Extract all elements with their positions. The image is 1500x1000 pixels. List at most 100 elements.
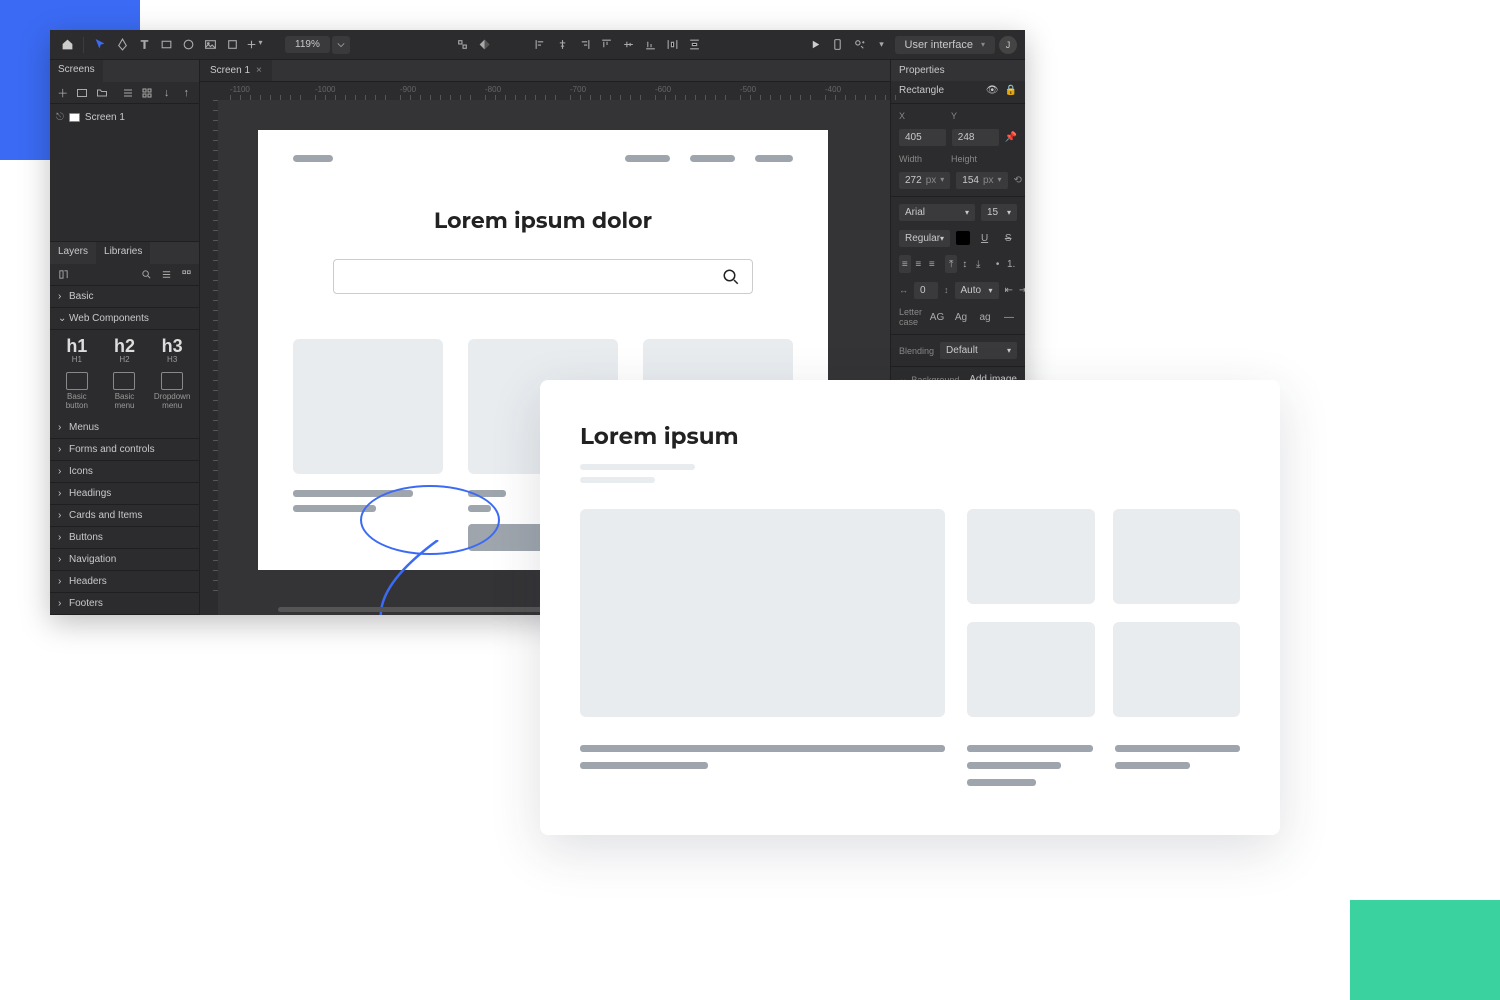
settings-dropdown-icon[interactable]: ▾ <box>873 39 891 50</box>
close-tab-icon[interactable]: × <box>256 65 262 76</box>
tool-mask-icon[interactable] <box>475 38 493 51</box>
section-cards[interactable]: ›Cards and Items <box>50 505 199 527</box>
line-height-dropdown[interactable]: Auto▾ <box>955 282 999 299</box>
add-image-icon[interactable] <box>76 86 90 100</box>
section-basic[interactable]: ›Basic <box>50 286 199 308</box>
list-bullet-icon[interactable]: • <box>992 255 1004 273</box>
lib-item-basic-menu[interactable]: Basic menu <box>102 369 148 413</box>
lib-item-h3[interactable]: h3H3 <box>149 334 195 367</box>
case-none-icon[interactable]: — <box>1000 308 1018 326</box>
align-bottom-icon[interactable] <box>641 38 659 51</box>
distribute-h-icon[interactable] <box>663 38 681 51</box>
visibility-toggle-icon[interactable]: 👁 <box>986 85 999 96</box>
indent-increase-icon[interactable]: ⇥ <box>1019 281 1025 299</box>
lib-item-h2[interactable]: h2H2 <box>102 334 148 367</box>
case-title-icon[interactable]: Ag <box>952 308 970 326</box>
add-tool-icon[interactable]: ▾ <box>245 38 263 51</box>
text-color-swatch[interactable] <box>956 231 970 245</box>
home-icon[interactable] <box>58 38 76 51</box>
sort-icon[interactable]: ↓ <box>160 86 174 100</box>
tab-screens[interactable]: Screens <box>50 60 103 82</box>
letter-spacing-input[interactable]: 0 <box>914 282 938 299</box>
pen-tool-icon[interactable] <box>113 38 131 51</box>
align-center-h-icon[interactable] <box>553 38 571 51</box>
section-web-components[interactable]: ⌄Web Components <box>50 308 199 330</box>
screen-name: Screen 1 <box>85 112 125 123</box>
preview-thumb <box>1113 509 1241 604</box>
section-headers[interactable]: ›Headers <box>50 571 199 593</box>
zoom-dropdown[interactable] <box>332 36 350 54</box>
library-back-icon[interactable] <box>56 268 70 282</box>
share-icon[interactable] <box>851 38 869 51</box>
indent-decrease-icon[interactable]: ⇤ <box>1005 281 1013 299</box>
add-folder-icon[interactable] <box>95 86 109 100</box>
link-dimensions-icon[interactable]: ⟲ <box>1014 175 1022 186</box>
align-middle-icon[interactable] <box>619 38 637 51</box>
link-icon: ⎋ <box>56 112 64 123</box>
valign-bottom-icon[interactable]: ⤓ <box>973 255 985 273</box>
tool-align-icon[interactable] <box>453 38 471 51</box>
decor-teal <box>1350 900 1500 1000</box>
input-width[interactable]: 272px▾ <box>899 172 950 189</box>
tab-libraries[interactable]: Libraries <box>96 242 150 264</box>
valign-top-icon[interactable]: ⤒ <box>945 255 957 273</box>
device-preview-icon[interactable] <box>829 38 847 51</box>
section-footers[interactable]: ›Footers <box>50 593 199 615</box>
wireframe-search <box>333 259 753 294</box>
grid-view-icon[interactable] <box>140 86 154 100</box>
section-navigation[interactable]: ›Navigation <box>50 549 199 571</box>
section-forms[interactable]: ›Forms and controls <box>50 439 199 461</box>
align-top-icon[interactable] <box>597 38 615 51</box>
lock-toggle-icon[interactable]: 🔒 <box>1005 85 1017 96</box>
pin-position-icon[interactable]: 📌 <box>1005 132 1017 143</box>
lib-item-dropdown-menu[interactable]: Dropdown menu <box>149 369 195 413</box>
align-right-icon[interactable] <box>575 38 593 51</box>
text-align-center-icon[interactable]: ≡ <box>913 255 925 273</box>
text-align-right-icon[interactable]: ≡ <box>926 255 938 273</box>
case-lower-icon[interactable]: ag <box>976 308 994 326</box>
lib-item-basic-button[interactable]: Basic button <box>54 369 100 413</box>
zoom-value[interactable]: 119% <box>285 36 330 53</box>
tab-layers[interactable]: Layers <box>50 242 96 264</box>
collapse-icon[interactable]: ↑ <box>179 86 193 100</box>
case-upper-icon[interactable]: AG <box>928 308 946 326</box>
add-screen-icon[interactable]: ＋ <box>56 86 70 100</box>
blending-dropdown[interactable]: Default▾ <box>940 342 1017 359</box>
strikethrough-icon[interactable]: S <box>999 229 1017 247</box>
font-family-dropdown[interactable]: Arial▾ <box>899 204 975 221</box>
play-icon[interactable] <box>807 38 825 51</box>
list-view-icon[interactable] <box>121 86 135 100</box>
screens-tools: ＋ ↓ ↑ <box>50 82 199 104</box>
list-number-icon[interactable]: 1. <box>1005 255 1017 273</box>
input-x[interactable]: 405 <box>899 129 946 146</box>
rectangle-tool-icon[interactable] <box>157 38 175 51</box>
canvas-tab[interactable]: Screen 1 × <box>200 60 272 81</box>
distribute-v-icon[interactable] <box>685 38 703 51</box>
shape-type: Rectangle <box>899 85 944 96</box>
section-menus[interactable]: ›Menus <box>50 417 199 439</box>
library-search-icon[interactable] <box>139 268 153 282</box>
screen-item[interactable]: ⎋ Screen 1 <box>56 110 193 125</box>
valign-middle-icon[interactable]: ↕ <box>959 255 971 273</box>
align-left-icon[interactable] <box>531 38 549 51</box>
component-tool-icon[interactable] <box>223 38 241 51</box>
underline-icon[interactable]: U <box>976 229 994 247</box>
library-grid-icon[interactable] <box>179 268 193 282</box>
select-tool-icon[interactable] <box>91 38 109 51</box>
lib-item-h1[interactable]: h1H1 <box>54 334 100 367</box>
ellipse-tool-icon[interactable] <box>179 38 197 51</box>
section-headings[interactable]: ›Headings <box>50 483 199 505</box>
font-weight-dropdown[interactable]: Regular▾ <box>899 230 950 247</box>
view-mode-label: User interface <box>905 39 973 51</box>
section-icons[interactable]: ›Icons <box>50 461 199 483</box>
user-avatar[interactable]: J <box>999 36 1017 54</box>
view-mode-dropdown[interactable]: User interface ▾ <box>895 36 996 54</box>
font-size-dropdown[interactable]: 15▾ <box>981 204 1017 221</box>
input-height[interactable]: 154px▾ <box>956 172 1007 189</box>
text-align-left-icon[interactable]: ≡ <box>899 255 911 273</box>
image-tool-icon[interactable] <box>201 38 219 51</box>
text-tool-icon[interactable] <box>135 38 153 51</box>
section-buttons[interactable]: ›Buttons <box>50 527 199 549</box>
library-list-icon[interactable] <box>159 268 173 282</box>
input-y[interactable]: 248 <box>952 129 999 146</box>
